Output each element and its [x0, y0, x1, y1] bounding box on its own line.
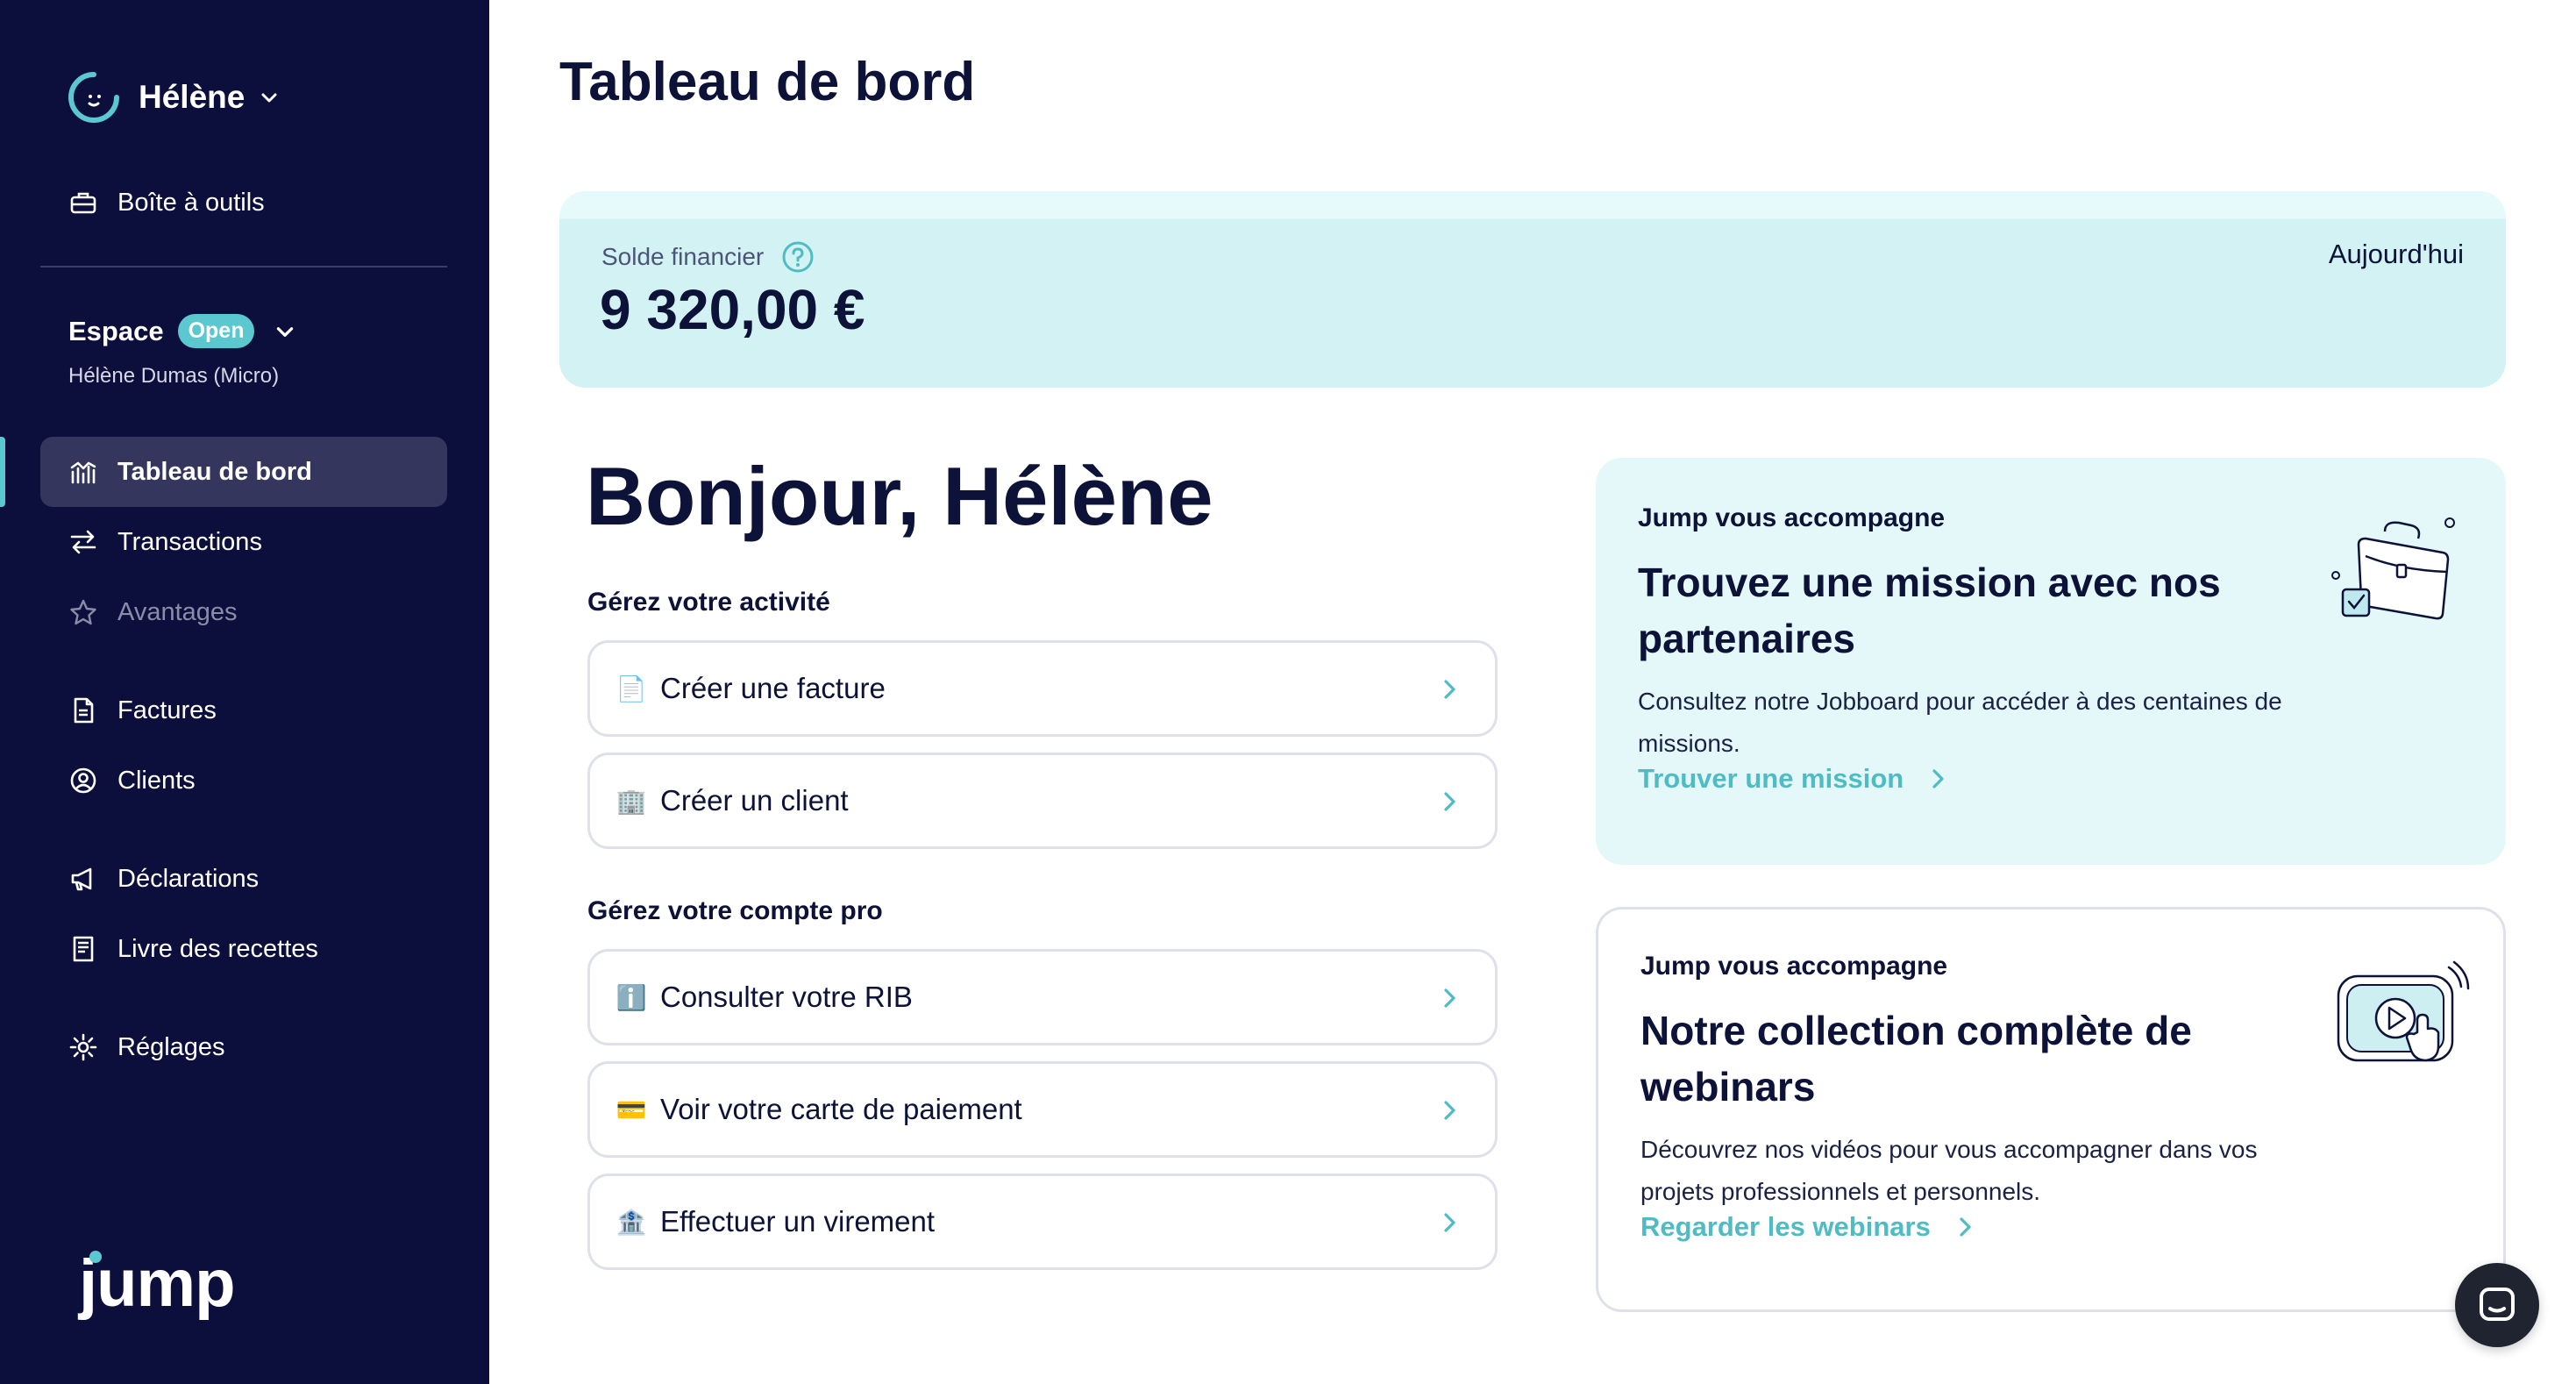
- chat-launcher-button[interactable]: [2455, 1263, 2539, 1347]
- sidebar-item-ledger[interactable]: Livre des recettes: [40, 914, 447, 984]
- balance-amount: 9 320,00 €: [600, 278, 865, 341]
- user-name: Hélène: [139, 79, 246, 115]
- space-subtitle: Hélène Dumas (Micro): [68, 364, 280, 388]
- gear-icon: [69, 1033, 97, 1061]
- view-card-button[interactable]: 💳 Voir votre carte de paiement: [587, 1061, 1498, 1158]
- link-label: Regarder les webinars: [1640, 1211, 1931, 1242]
- chat-bubble-icon: [2480, 1288, 2515, 1321]
- card-eyebrow: Jump vous accompagne: [1640, 952, 1948, 981]
- sidebar-item-label: Factures: [117, 696, 217, 724]
- watch-webinars-link[interactable]: Regarder les webinars: [1640, 1211, 1976, 1243]
- sidebar-divider: [40, 266, 447, 268]
- ledger-icon: [73, 936, 94, 962]
- chart-icon: [70, 461, 96, 484]
- sidebar-item-toolbox[interactable]: Boîte à outils: [40, 168, 447, 238]
- webinars-promo-card: Jump vous accompagne Notre collection co…: [1596, 907, 2506, 1312]
- brand-name: jump: [79, 1246, 236, 1321]
- document-icon: [74, 697, 94, 724]
- user-switcher[interactable]: Hélène: [67, 68, 280, 126]
- chevron-right-icon: [1960, 1217, 1971, 1237]
- sidebar-item-clients[interactable]: Clients: [40, 746, 447, 816]
- balance-label-row: Solde financier: [601, 240, 815, 274]
- sidebar-item-invoices[interactable]: Factures: [40, 675, 447, 746]
- active-nav-marker: [0, 437, 5, 507]
- help-icon[interactable]: [781, 240, 815, 274]
- sidebar-item-dashboard[interactable]: Tableau de bord: [40, 437, 447, 507]
- bank-emoji-icon: 🏦: [616, 1208, 647, 1236]
- mission-promo-card: Jump vous accompagne Trouvez une mission…: [1596, 458, 2506, 865]
- info-emoji-icon: ℹ️: [616, 983, 647, 1011]
- card-description: Découvrez nos vidéos pour vous accompagn…: [1640, 1136, 2258, 1205]
- sidebar-item-label: Tableau de bord: [117, 457, 312, 486]
- create-client-button[interactable]: 🏢 Créer un client: [587, 753, 1498, 849]
- briefcase-icon: [2331, 517, 2455, 620]
- action-label: Créer un client: [660, 784, 849, 817]
- page-title: Tableau de bord: [559, 52, 976, 112]
- sidebar-item-benefits[interactable]: Avantages: [40, 577, 447, 647]
- link-label: Trouver une mission: [1638, 763, 1904, 794]
- chevron-down-icon: [277, 326, 294, 337]
- video-player-icon: [2337, 960, 2470, 1062]
- sidebar-item-settings[interactable]: Réglages: [40, 1012, 447, 1082]
- sidebar-item-label: Avantages: [117, 597, 238, 626]
- sidebar-item-label: Clients: [117, 766, 196, 795]
- card-description: Consultez notre Jobboard pour accéder à …: [1638, 688, 2282, 757]
- card-title: Trouvez une mission avec nos partenaires: [1638, 560, 2221, 661]
- action-label: Voir votre carte de paiement: [660, 1093, 1022, 1125]
- chevron-right-icon: [1444, 988, 1455, 1008]
- chevron-right-icon: [1932, 769, 1944, 788]
- balance-period-selector[interactable]: Aujourd'hui: [2329, 239, 2464, 270]
- balance-label: Solde financier: [601, 243, 765, 270]
- building-emoji-icon: 🏢: [616, 787, 647, 815]
- sidebar-item-label: Livre des recettes: [117, 934, 318, 963]
- space-title: Espace: [68, 315, 164, 346]
- chevron-right-icon: [1444, 1213, 1455, 1232]
- star-icon: [70, 599, 96, 625]
- chevron-right-icon: [1444, 1101, 1455, 1120]
- account-section-title: Gérez votre compte pro: [587, 896, 883, 925]
- credit-card-emoji-icon: 💳: [616, 1095, 647, 1124]
- brand-logo: jump: [79, 1245, 236, 1322]
- chevron-right-icon: [1444, 680, 1455, 699]
- sidebar-item-declarations[interactable]: Déclarations: [40, 844, 447, 914]
- action-label: Créer une facture: [660, 672, 886, 704]
- action-label: Effectuer un virement: [660, 1205, 936, 1238]
- megaphone-icon: [71, 867, 92, 891]
- greeting-heading: Bonjour, Hélène: [586, 450, 1213, 542]
- card-title: Notre collection complète de webinars: [1640, 1008, 2192, 1109]
- sidebar-item-label: Réglages: [117, 1032, 225, 1061]
- activity-section-title: Gérez votre activité: [587, 588, 830, 617]
- sidebar-item-transactions[interactable]: Transactions: [40, 507, 447, 577]
- jump-logo-icon: [68, 72, 119, 123]
- sidebar: Hélène Boîte à outils Espace Open Hélène…: [0, 0, 489, 1384]
- space-switcher[interactable]: Espace Open: [68, 314, 296, 348]
- balance-card: Solde financier 9 320,00 € Aujourd'hui: [559, 191, 2506, 388]
- page-emoji-icon: 📄: [616, 674, 647, 703]
- view-rib-button[interactable]: ℹ️ Consulter votre RIB: [587, 949, 1498, 1045]
- transfer-arrows-icon: [70, 530, 96, 554]
- find-mission-link[interactable]: Trouver une mission: [1638, 763, 1949, 795]
- brand-dot: [89, 1251, 102, 1263]
- sidebar-item-label: Transactions: [117, 527, 262, 556]
- make-transfer-button[interactable]: 🏦 Effectuer un virement: [587, 1174, 1498, 1270]
- toolbox-icon: [70, 192, 96, 214]
- status-badge: Open: [177, 314, 255, 348]
- sidebar-item-label: Boîte à outils: [117, 188, 265, 217]
- user-circle-icon: [70, 767, 96, 794]
- sidebar-item-label: Déclarations: [117, 864, 260, 893]
- chevron-right-icon: [1444, 792, 1455, 811]
- action-label: Consulter votre RIB: [660, 981, 913, 1013]
- create-invoice-button[interactable]: 📄 Créer une facture: [587, 640, 1498, 737]
- card-eyebrow: Jump vous accompagne: [1638, 503, 1946, 532]
- chevron-down-icon: [261, 93, 277, 103]
